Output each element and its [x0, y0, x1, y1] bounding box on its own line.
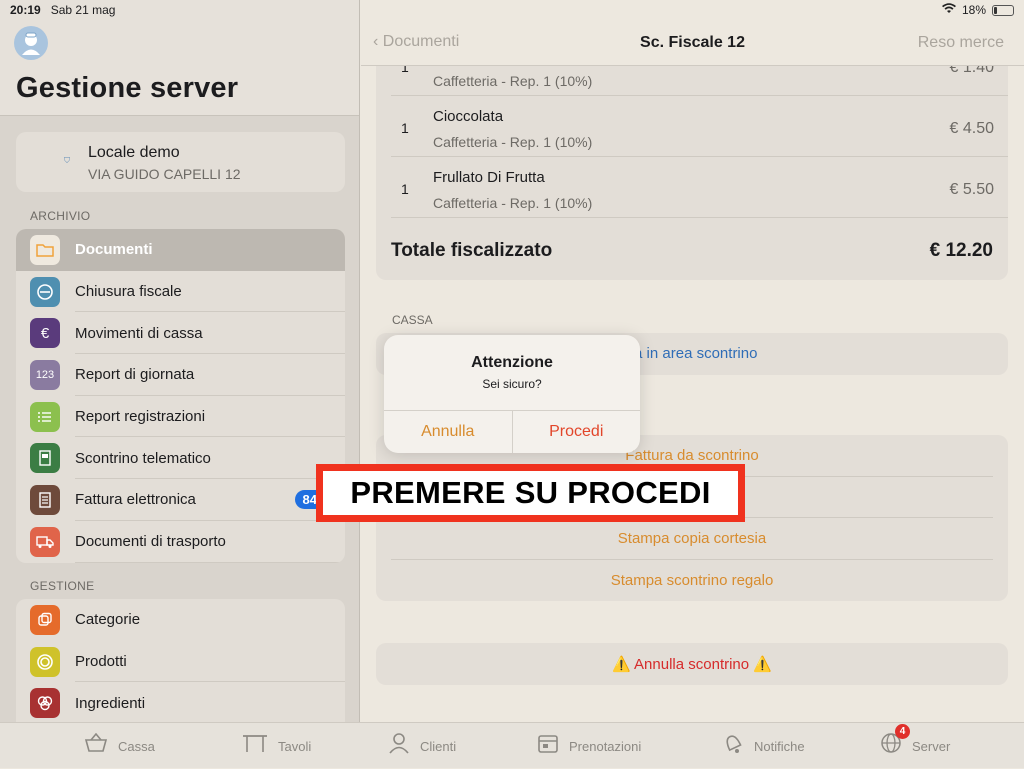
bell-icon [722, 732, 744, 760]
item-category: Caffetteria - Rep. 1 (10%) [433, 73, 593, 89]
sidebar-item-movimenti-di-cassa[interactable]: € Movimenti di cassa [16, 312, 345, 355]
wifi-icon [941, 3, 956, 17]
alert-buttons: Annulla Procedi [384, 410, 640, 453]
list-item[interactable]: 1 Caffetteria - Rep. 1 (10%) € 1.40 [376, 66, 1008, 96]
item-name: Frullato Di Frutta [433, 169, 545, 186]
battery-percent: 18% [961, 3, 986, 17]
basket-icon [84, 732, 108, 759]
item-qty: 1 [401, 181, 409, 197]
item-qty: 1 [401, 66, 409, 75]
sidebar-item-prodotti[interactable]: Prodotti [16, 641, 345, 683]
page-title: Gestione server [16, 72, 239, 104]
sidebar-item-report-registrazioni[interactable]: Report registrazioni [16, 396, 345, 438]
procedi-button[interactable]: Procedi [513, 411, 641, 453]
status-bar: 20:19 Sab 21 mag 18% [0, 0, 1024, 20]
section-label-archivio: ARCHIVIO [30, 209, 91, 223]
user-avatar[interactable] [14, 26, 48, 60]
nav-bar: ‹ Documenti Sc. Fiscale 12 Reso merce [361, 20, 1024, 66]
status-time: 20:19 [10, 3, 41, 17]
alert-title: Attenzione [471, 354, 553, 371]
item-price: € 1.40 [949, 66, 994, 76]
shield-icon: ⛉ [64, 156, 70, 165]
sidebar-item-chiusura-fiscale[interactable]: Chiusura fiscale [16, 271, 345, 313]
calendar-icon [537, 732, 559, 760]
table-icon [242, 733, 268, 759]
receipt-items-card: 1 Caffetteria - Rep. 1 (10%) € 1.40 1 Ci… [376, 66, 1008, 280]
sidebar: Gestione server ⛉ Locale demo VIA GUIDO … [0, 0, 360, 729]
total-value: € 12.20 [929, 240, 993, 261]
sidebar-item-report-di-giornata[interactable]: 123 Report di giornata [16, 354, 345, 396]
total-row: Totale fiscalizzato € 12.20 [391, 240, 993, 262]
sidebar-item-scontrino-telematico[interactable]: Scontrino telematico [16, 437, 345, 480]
stampa-scontrino-regalo-button[interactable]: Stampa scontrino regalo [376, 560, 1008, 602]
sidebar-item-documenti-di-trasporto[interactable]: Documenti di trasporto [16, 521, 345, 563]
item-name: Cioccolata [433, 108, 504, 125]
sidebar-item-documenti[interactable]: Documenti [16, 229, 345, 271]
instruction-annotation: PREMERE SU PROCEDI [316, 464, 745, 522]
sidebar-item-ingredienti[interactable]: Ingredienti [16, 682, 345, 725]
document-icon [30, 484, 60, 515]
folder-icon [30, 234, 60, 265]
locale-address: VIA GUIDO CAPELLI 12 [88, 166, 241, 182]
section-label-gestione: GESTIONE [30, 579, 95, 593]
locale-name: Locale demo [88, 144, 180, 161]
circles-icon [30, 688, 60, 719]
alert-message: Sei sicuro? [482, 377, 542, 391]
tab-server[interactable]: 4 Server [880, 723, 950, 769]
numbers-icon: 123 [30, 359, 60, 390]
item-category: Caffetteria - Rep. 1 (10%) [433, 195, 593, 211]
list-item[interactable]: 1 Cioccolata Caffetteria - Rep. 1 (10%) … [376, 96, 1008, 157]
notification-badge: 4 [895, 724, 910, 739]
locale-card[interactable]: ⛉ Locale demo VIA GUIDO CAPELLI 12 [16, 132, 345, 192]
annulla-button[interactable]: Annulla [384, 411, 513, 453]
squares-icon [30, 604, 60, 635]
tab-prenotazioni[interactable]: Prenotazioni [537, 723, 641, 769]
euro-icon: € [30, 318, 60, 349]
item-category: Caffetteria - Rep. 1 (10%) [433, 134, 593, 150]
stampa-copia-cortesia-button[interactable]: Stampa copia cortesia [376, 518, 1008, 560]
person-icon [388, 732, 410, 760]
tab-bar: Cassa Tavoli Clienti Prenotazioni Notifi… [0, 722, 1024, 768]
globe-icon: 4 [880, 724, 910, 760]
receipt-icon [30, 443, 60, 474]
gestione-group: Categorie Prodotti Ingredienti [16, 599, 345, 729]
list-icon [30, 401, 60, 432]
section-label-cassa: CASSA [392, 313, 433, 327]
total-label: Totale fiscalizzato [391, 240, 553, 261]
item-price: € 4.50 [949, 120, 994, 137]
sidebar-item-categorie[interactable]: Categorie [16, 599, 345, 641]
minus-circle-icon [30, 276, 60, 307]
battery-icon [992, 4, 1014, 16]
reso-merce-button[interactable]: Reso merce [918, 34, 1004, 52]
sidebar-item-fattura-elettronica[interactable]: Fattura elettronica 84 [16, 479, 345, 521]
tab-clienti[interactable]: Clienti [388, 723, 456, 769]
instruction-text: PREMERE SU PROCEDI [350, 475, 711, 510]
alert-dialog: Attenzione Sei sicuro? Annulla Procedi [384, 335, 640, 453]
item-price: € 5.50 [949, 181, 994, 198]
truck-icon [30, 526, 60, 557]
tab-cassa[interactable]: Cassa [84, 723, 155, 769]
status-date: Sab 21 mag [50, 3, 116, 17]
list-item[interactable]: 1 Frullato Di Frutta Caffetteria - Rep. … [376, 157, 1008, 218]
archivio-group: Documenti Chiusura fiscale € Movimenti d… [16, 229, 345, 563]
tab-notifiche[interactable]: Notifiche [722, 723, 805, 769]
annulla-scontrino-button[interactable]: ⚠️ Annulla scontrino ⚠️ [376, 643, 1008, 685]
circle-icon [30, 646, 60, 677]
item-qty: 1 [401, 120, 409, 136]
tab-tavoli[interactable]: Tavoli [242, 723, 311, 769]
